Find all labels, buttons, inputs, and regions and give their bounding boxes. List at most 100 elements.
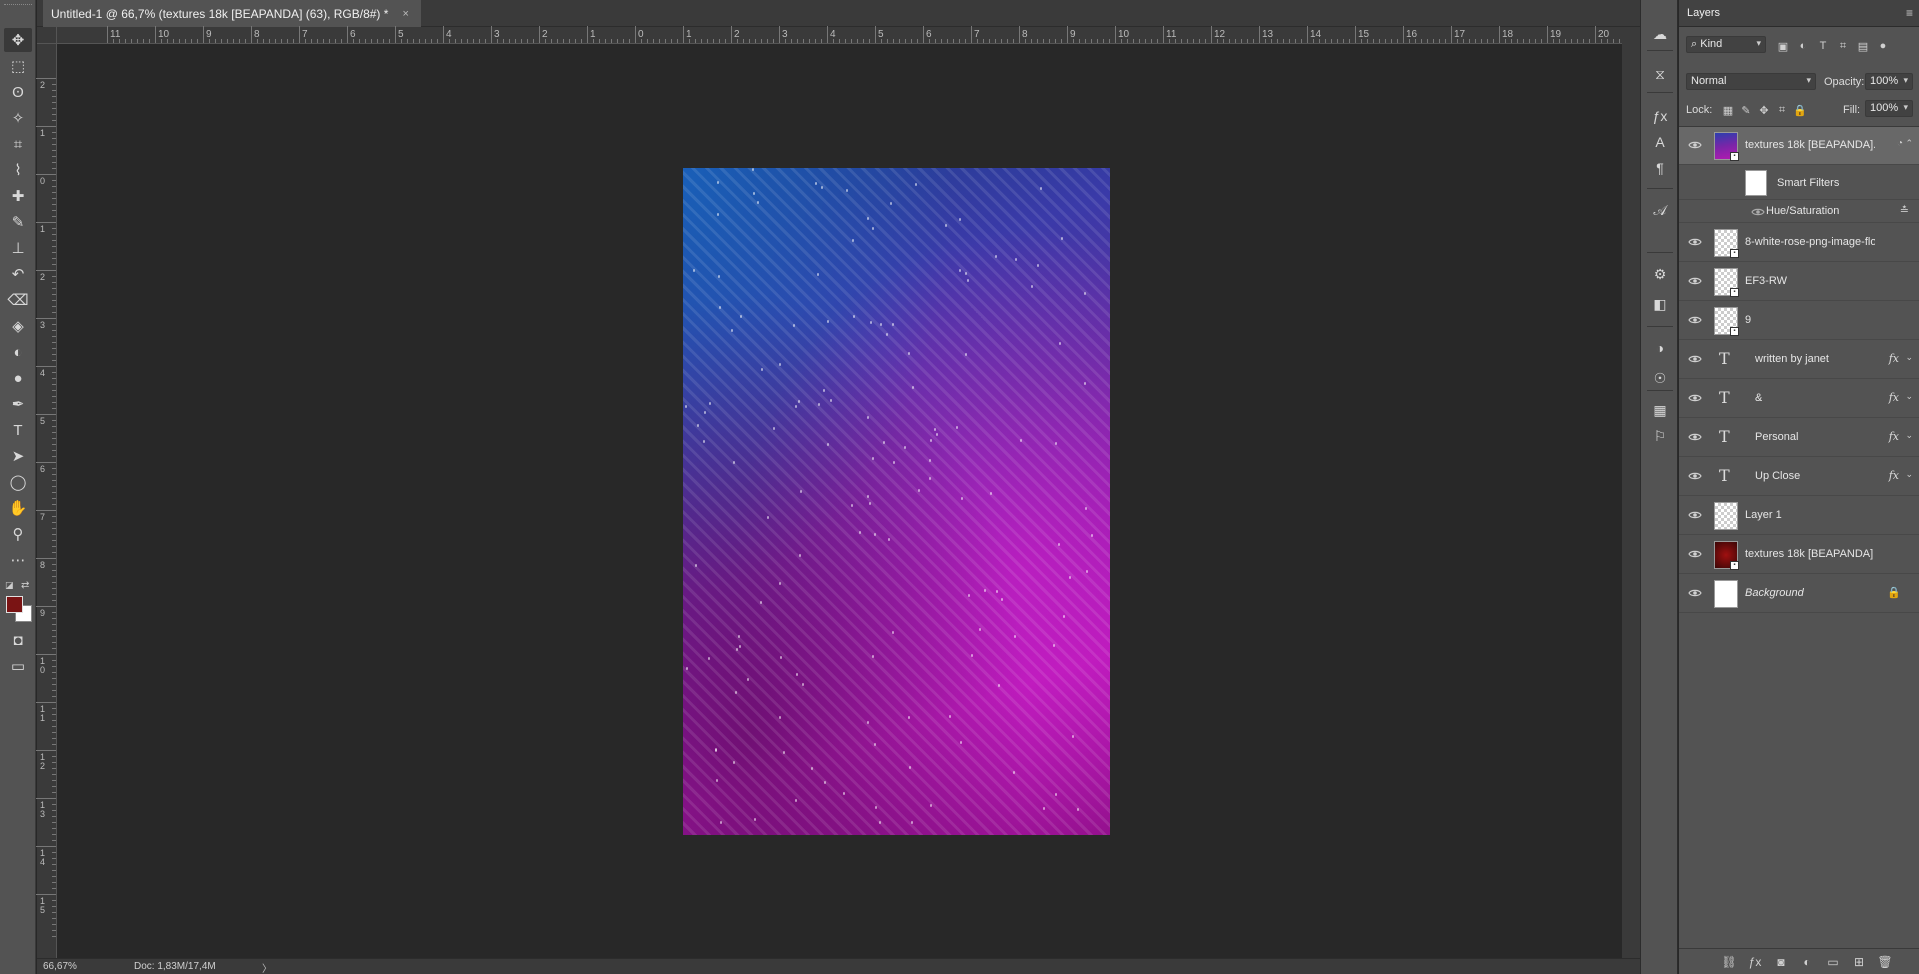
history-brush-tool[interactable]: ↶ xyxy=(4,262,32,286)
toolbar-grip[interactable] xyxy=(4,4,32,10)
path-selection-tool[interactable]: ➤ xyxy=(4,444,32,468)
pixel-filter-icon[interactable]: ▣ xyxy=(1775,38,1791,54)
layer-row[interactable]: Background 🔒 xyxy=(1679,575,1919,613)
fill-field[interactable]: 100% ▾ xyxy=(1865,100,1913,117)
zoom-level-field[interactable]: 66,67% xyxy=(43,961,77,972)
layer-thumbnail[interactable]: ▪ xyxy=(1714,229,1739,258)
new-adjustment-layer-icon[interactable]: ◐ xyxy=(1799,954,1815,970)
eyedropper-tool[interactable]: ⌇ xyxy=(4,158,32,182)
marquee-tool[interactable]: ⬚ xyxy=(4,54,32,78)
close-tab-icon[interactable]: × xyxy=(402,8,408,20)
layer-thumbnail[interactable]: ▪ xyxy=(1714,307,1739,336)
character-icon[interactable]: A xyxy=(1648,130,1672,154)
collapse-filters-icon[interactable]: ⌃ xyxy=(1905,138,1913,149)
document-tab[interactable]: Untitled-1 @ 66,7% (textures 18k [BEAPAN… xyxy=(43,0,421,27)
color-icon[interactable]: ☉ xyxy=(1648,366,1672,390)
move-tool[interactable]: ✥ xyxy=(4,28,32,52)
libraries-icon[interactable]: ☁ xyxy=(1648,22,1672,46)
layer-row[interactable]: T Personal fx ⌄ xyxy=(1679,419,1919,457)
zoom-tool[interactable]: ⚲ xyxy=(4,522,32,546)
layers-tab[interactable]: Layers xyxy=(1687,7,1720,19)
layer-thumbnail[interactable] xyxy=(1714,580,1738,608)
layer-thumbnail[interactable]: ▪ xyxy=(1714,132,1739,161)
lasso-tool[interactable]: ʘ xyxy=(4,80,32,104)
layer-thumbnail[interactable]: ▪ xyxy=(1714,541,1739,570)
magic-wand-tool[interactable]: ✧ xyxy=(4,106,32,130)
expand-effects-icon[interactable]: ⌄ xyxy=(1905,391,1913,402)
layer-row[interactable]: T Up Close fx ⌄ xyxy=(1679,458,1919,496)
expand-effects-icon[interactable]: ⌄ xyxy=(1905,430,1913,441)
hand-tool[interactable]: ✋ xyxy=(4,496,32,520)
swatches-icon[interactable]: ▦ xyxy=(1648,398,1672,422)
dodge-tool[interactable]: ● xyxy=(4,366,32,390)
horizontal-ruler[interactable]: 11 10 9 8 7 6 5 4 3 2 1 0 1 2 3 4 5 6 7 8 9 10 11 12 13 14 15 16 17 1… xyxy=(57,26,1638,44)
layer-row[interactable]: ▪ EF3-RW xyxy=(1679,263,1919,301)
new-layer-icon[interactable]: ⊞ xyxy=(1851,954,1867,970)
clone-stamp-tool[interactable]: ⊥ xyxy=(4,236,32,260)
default-colors-icon[interactable]: ◪ xyxy=(5,580,14,591)
adjustment-filter-icon[interactable]: ◐ xyxy=(1795,38,1811,54)
adjustments-icon[interactable]: ◑ xyxy=(1648,336,1672,360)
screen-mode-icon[interactable]: ▭ xyxy=(4,654,32,678)
visibility-eye-icon[interactable] xyxy=(1688,315,1702,325)
smart-object-filter-icon[interactable]: ▤ xyxy=(1855,38,1871,54)
layer-row[interactable]: Layer 1 xyxy=(1679,497,1919,535)
visibility-eye-icon[interactable] xyxy=(1688,140,1702,150)
visibility-eye-icon[interactable] xyxy=(1688,510,1702,520)
expand-effects-icon[interactable]: ⌄ xyxy=(1905,352,1913,363)
panel-menu-icon[interactable]: ≡ xyxy=(1906,6,1913,20)
add-layer-style-icon[interactable]: ƒx xyxy=(1747,954,1763,970)
layer-thumbnail[interactable] xyxy=(1714,502,1738,530)
add-mask-icon[interactable]: ◙ xyxy=(1773,954,1789,970)
canvas-area[interactable] xyxy=(57,44,1622,958)
layer-effects-icon[interactable]: fx xyxy=(1889,430,1899,443)
crop-tool[interactable]: ⌗ xyxy=(4,132,32,156)
lock-all-icon[interactable]: 🔒 xyxy=(1793,103,1807,117)
ellipse-tool[interactable]: ◯ xyxy=(4,470,32,494)
lock-pixels-icon[interactable]: ✎ xyxy=(1739,103,1753,117)
smart-filter-mask-thumbnail[interactable] xyxy=(1745,170,1767,196)
layer-row[interactable]: T & fx ⌄ xyxy=(1679,380,1919,418)
hue-saturation-filter-row[interactable]: Hue/Saturation ≛ xyxy=(1679,201,1919,223)
delete-layer-icon[interactable]: 🗑 xyxy=(1877,954,1893,970)
more-tools[interactable]: ⋯ xyxy=(4,548,32,572)
smart-filters-row[interactable]: Smart Filters xyxy=(1679,166,1919,200)
styles-icon[interactable]: ƒx xyxy=(1648,104,1672,128)
layer-row[interactable]: ▪ 8-white-rose-png-image-flow... xyxy=(1679,224,1919,262)
shape-filter-icon[interactable]: ⌗ xyxy=(1835,38,1851,54)
document-canvas[interactable] xyxy=(683,168,1110,835)
quick-mask-icon[interactable]: ◘ xyxy=(4,628,32,652)
visibility-eye-icon[interactable] xyxy=(1688,432,1702,442)
layer-row[interactable]: Twritten by janet fx ⌄ xyxy=(1679,341,1919,379)
foreground-color-swatch[interactable] xyxy=(6,596,23,613)
blur-tool[interactable]: ◐ xyxy=(4,340,32,364)
link-layers-icon[interactable]: ⛓ xyxy=(1721,954,1737,970)
type-filter-icon[interactable]: T xyxy=(1815,38,1831,54)
layer-row[interactable]: ▪ textures 18k [BEAPANDA]... ◔ ⌃ xyxy=(1679,127,1919,165)
properties-icon[interactable]: ⚙ xyxy=(1648,262,1672,286)
visibility-eye-icon[interactable] xyxy=(1688,588,1702,598)
pen-tool[interactable]: ✒ xyxy=(4,392,32,416)
visibility-eye-icon[interactable] xyxy=(1688,471,1702,481)
filter-blending-options-icon[interactable]: ≛ xyxy=(1900,204,1909,217)
expand-effects-icon[interactable]: ⌄ xyxy=(1905,469,1913,480)
visibility-eye-icon[interactable] xyxy=(1688,276,1702,286)
layer-effects-icon[interactable]: fx xyxy=(1889,469,1899,482)
filter-visibility-eye-icon[interactable] xyxy=(1751,207,1765,220)
status-menu-arrow-icon[interactable]: 〉 xyxy=(262,960,272,974)
brush-tool[interactable]: ✎ xyxy=(4,210,32,234)
paragraph-icon[interactable]: ¶ xyxy=(1648,156,1672,180)
visibility-eye-icon[interactable] xyxy=(1688,237,1702,247)
type-tool[interactable]: T xyxy=(4,418,32,442)
learn-icon[interactable]: ⚐ xyxy=(1648,424,1672,448)
glyphs-icon[interactable]: 𝒜 xyxy=(1648,198,1672,222)
layer-row[interactable]: ▪ 9 xyxy=(1679,302,1919,340)
swap-colors-icon[interactable]: ⇄ xyxy=(21,580,29,591)
eraser-tool[interactable]: ⌫ xyxy=(4,288,32,312)
opacity-field[interactable]: 100% ▾ xyxy=(1865,73,1913,90)
paint-bucket-tool[interactable]: ◈ xyxy=(4,314,32,338)
healing-brush-tool[interactable]: ✚ xyxy=(4,184,32,208)
channels-icon[interactable]: ◧ xyxy=(1648,292,1672,316)
visibility-eye-icon[interactable] xyxy=(1688,393,1702,403)
layer-thumbnail[interactable]: ▪ xyxy=(1714,268,1739,297)
